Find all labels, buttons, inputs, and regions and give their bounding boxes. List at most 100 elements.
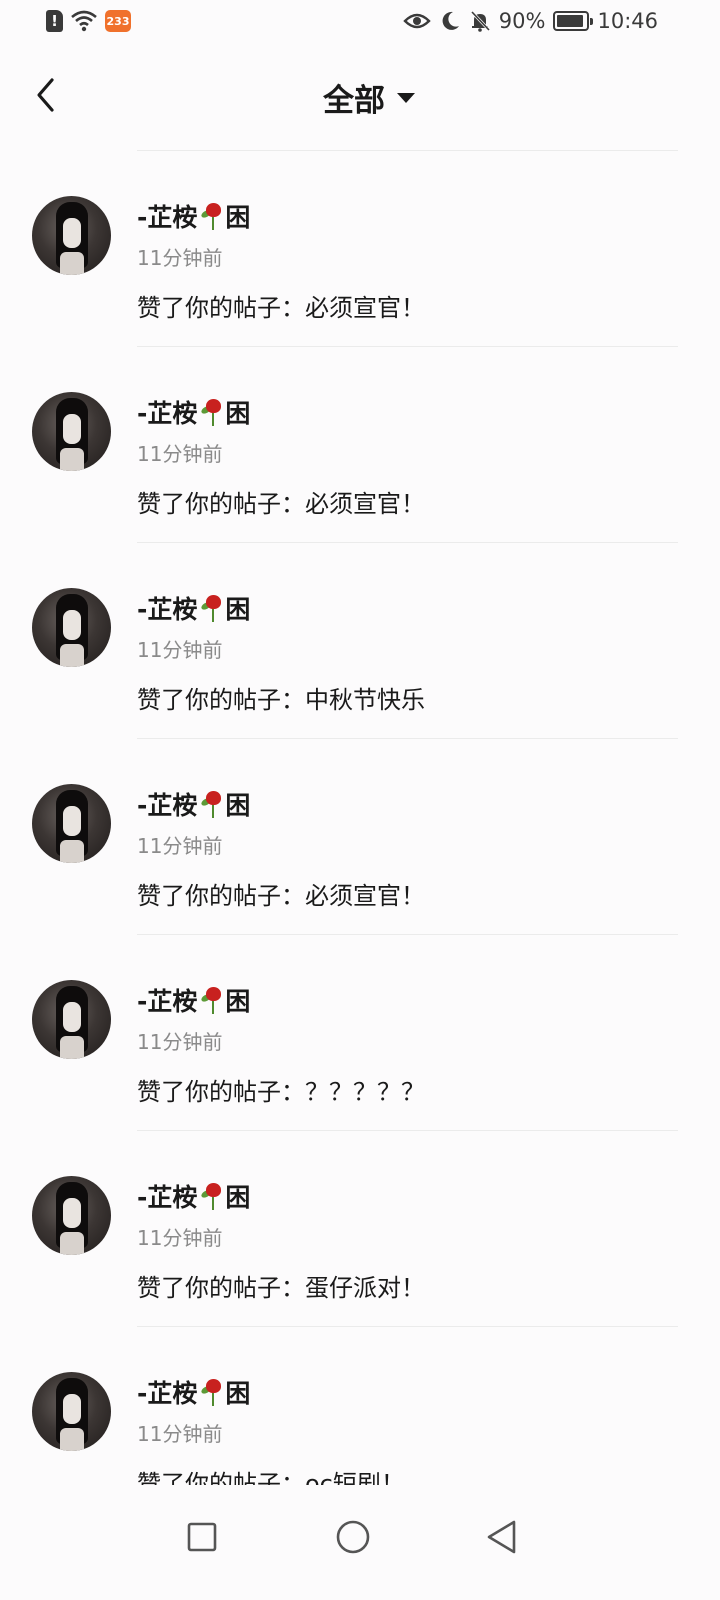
header: 全部 [0, 55, 720, 135]
rose-stem [212, 999, 215, 1014]
status-bar: ! 233 90% 10:46 [0, 0, 720, 50]
user-name[interactable]: -芷桉困 [137, 198, 250, 234]
wilted-rose-icon [198, 593, 224, 623]
user-name-suffix: 困 [225, 791, 251, 820]
avatar-face [63, 1002, 81, 1032]
avatar[interactable] [32, 1372, 111, 1451]
avatar[interactable] [32, 588, 111, 667]
notification-item[interactable]: -芷桉困 11分钟前赞了你的帖子：必须宣官！ [0, 346, 720, 542]
rose-bloom [206, 399, 222, 413]
timestamp: 11分钟前 [137, 1422, 223, 1446]
notification-item[interactable]: -芷桉困 11分钟前 赞了你的帖子：中秋节快乐 [0, 542, 720, 738]
avatar[interactable] [32, 196, 111, 275]
user-name-suffix: 困 [225, 595, 251, 624]
notification-list[interactable]: -芷桉困 11分钟前 赞了你的帖子：必须宣官！ -芷桉困 11分钟前 赞了你的帖子：必须宣… [0, 150, 720, 1485]
notification-item[interactable]: -芷桉困 11分钟前 赞了你的帖子：蛋仔派对！ [0, 1130, 720, 1326]
avatar-face [63, 806, 81, 836]
notification-text: 赞了你的帖子：oc短剧！ [137, 1470, 405, 1485]
timestamp: 11分钟前 [137, 638, 223, 662]
wilted-rose-icon [198, 201, 224, 231]
user-name[interactable]: -芷桉困 [137, 982, 250, 1018]
avatar-cloth [60, 840, 84, 863]
wilted-rose-icon [198, 397, 224, 427]
app-notification-badge: 233 [105, 10, 131, 32]
user-name[interactable]: -芷桉困 [137, 590, 250, 626]
wifi-icon [71, 10, 97, 32]
avatar-cloth [60, 252, 84, 275]
avatar-face [63, 1198, 81, 1228]
user-name[interactable]: -芷桉困 [137, 786, 250, 822]
square-icon [187, 1522, 217, 1552]
timestamp: 11分钟前 [137, 442, 223, 466]
avatar-face [63, 218, 81, 248]
timestamp: 11分钟前 [137, 246, 223, 270]
rose-stem [212, 1391, 215, 1406]
avatar[interactable] [32, 784, 111, 863]
avatar-cloth [60, 1036, 84, 1059]
bell-muted-icon [470, 10, 490, 32]
notification-text: 赞了你的帖子：中秋节快乐 [137, 686, 425, 714]
status-right: 90% 10:46 [403, 9, 658, 33]
home-button[interactable] [328, 1512, 378, 1562]
user-name-text: -芷桉 [137, 987, 198, 1016]
avatar-face [63, 414, 81, 444]
user-name-suffix: 困 [225, 203, 251, 232]
wilted-rose-icon [198, 985, 224, 1015]
rose-stem [212, 803, 215, 818]
user-name[interactable]: -芷桉困 [137, 1374, 250, 1410]
notification-item[interactable]: -芷桉困 11分钟前 赞了你的帖子：必须宣官！ [0, 738, 720, 934]
rose-bloom [206, 1379, 222, 1393]
rose-stem [212, 1195, 215, 1210]
rose-stem [212, 411, 215, 426]
rose-bloom [206, 987, 222, 1001]
screen: ! 233 90% 10:46 全部 -芷桉 困 11分钟前 赞了你的帖子：必须… [0, 0, 720, 1600]
notification-text: 赞了你的帖子：必须宣官！ [137, 882, 425, 910]
battery-icon [553, 11, 594, 31]
rose-stem [212, 607, 215, 622]
user-name-text: -芷桉 [137, 1379, 198, 1408]
user-name-suffix: 困 [225, 1183, 251, 1212]
avatar-cloth [60, 644, 84, 667]
recents-button[interactable] [177, 1512, 227, 1562]
battery-percent: 90% [498, 9, 546, 33]
notification-text: 赞了你的帖子：？？？？？ [137, 1078, 425, 1106]
triangle-back-icon [487, 1520, 516, 1554]
wilted-rose-icon [198, 1377, 224, 1407]
status-left: ! 233 [46, 10, 131, 32]
rose-stem [212, 215, 215, 230]
user-name[interactable]: -芷桉困 [137, 1178, 250, 1214]
user-name-text: -芷桉 [137, 399, 198, 428]
avatar[interactable] [32, 392, 111, 471]
notification-item[interactable]: -芷桉困 11分钟前 赞了你的帖子：？？？？？ [0, 934, 720, 1130]
user-name-suffix: 困 [225, 987, 251, 1016]
rose-bloom [206, 1183, 222, 1197]
caret-down-icon [397, 92, 415, 103]
rose-bloom [206, 203, 222, 217]
notification-text: 赞了你的帖子：蛋仔派对！ [137, 1274, 425, 1302]
navigation-bar [0, 1485, 720, 1600]
eye-comfort-icon [403, 13, 431, 29]
timestamp: 11分钟前 [137, 1030, 223, 1054]
filter-dropdown[interactable]: 全部 [0, 75, 720, 120]
notification-text: 赞了你的帖子：必须宣官！ [137, 490, 425, 518]
avatar-cloth [60, 1428, 84, 1451]
battery-fill [557, 15, 583, 27]
page-title: 全部 [323, 83, 385, 119]
notification-item[interactable]: -芷桉困 11分钟前 赞了你的帖子：必须宣官！ [0, 150, 720, 346]
avatar-face [63, 610, 81, 640]
user-name-text: -芷桉 [137, 595, 198, 624]
avatar[interactable] [32, 1176, 111, 1255]
rose-bloom [206, 791, 222, 805]
user-name-suffix: 困 [225, 1379, 251, 1408]
avatar[interactable] [32, 980, 111, 1059]
user-name-text: -芷桉 [137, 791, 198, 820]
user-name[interactable]: -芷桉困 [137, 394, 250, 430]
notification-item[interactable]: -芷桉困 11分钟前 赞了你的帖子：oc短剧！ [0, 1326, 720, 1485]
avatar-face [63, 1394, 81, 1424]
notification-text: 赞了你的帖子：必须宣官！ [137, 294, 425, 322]
user-name-text: -芷桉 [137, 203, 198, 232]
rose-bloom [206, 595, 222, 609]
circle-icon [336, 1520, 370, 1554]
sim-alert-icon: ! [46, 10, 63, 32]
nav-back-button[interactable] [477, 1512, 527, 1562]
